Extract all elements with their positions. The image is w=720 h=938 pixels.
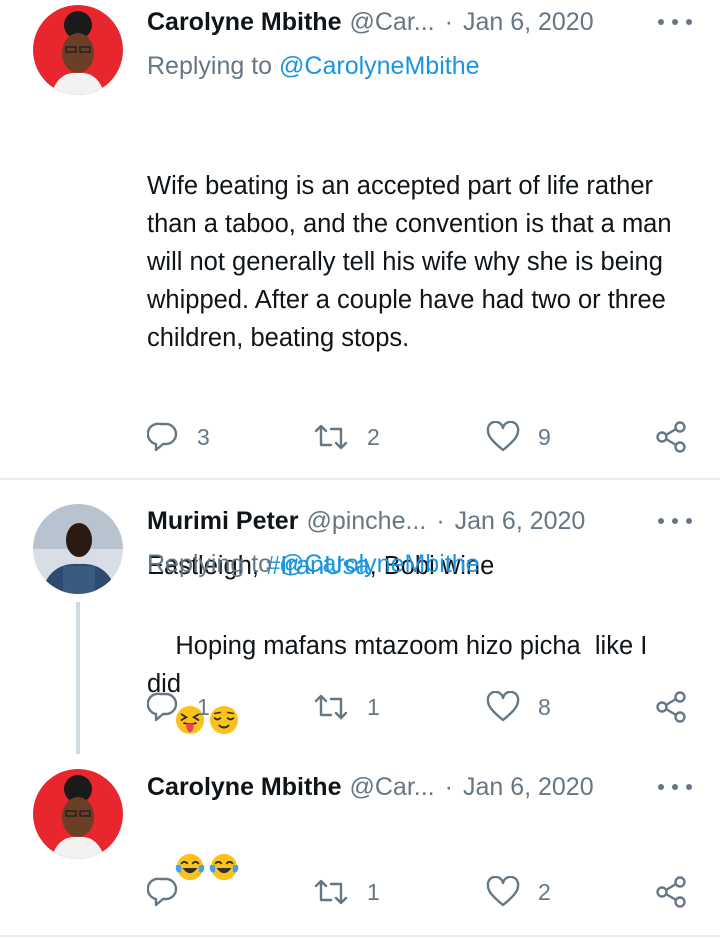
avatar-image: [33, 504, 123, 594]
tweet-text: Hoping mafans mtazoom hizo picha like I …: [147, 589, 687, 779]
user-handle[interactable]: @pinche...: [306, 507, 426, 536]
share-button[interactable]: [654, 872, 688, 912]
reply-button[interactable]: 3: [147, 417, 210, 457]
retweet-count: 2: [367, 423, 380, 450]
user-handle[interactable]: @Car...: [349, 773, 434, 802]
like-button[interactable]: 2: [486, 872, 551, 912]
replying-to-handle[interactable]: @CarolyneMbithe: [279, 52, 479, 80]
more-options-icon[interactable]: [658, 509, 692, 533]
replying-to-label: Replying to: [147, 52, 273, 80]
avatar[interactable]: [33, 769, 123, 859]
like-button[interactable]: 8: [486, 687, 551, 727]
tweet-date[interactable]: Jan 6, 2020: [463, 8, 594, 37]
tweet-actions: 1 2: [0, 872, 720, 912]
like-count: 8: [538, 693, 551, 720]
tweet-date[interactable]: Jan 6, 2020: [463, 773, 594, 802]
retweet-button[interactable]: 1: [313, 872, 380, 912]
display-name[interactable]: Carolyne Mbithe: [147, 773, 341, 802]
share-icon: [656, 421, 686, 453]
reply-icon: [147, 877, 178, 907]
replying-to: Replying to @CarolyneMbithe: [147, 550, 480, 579]
separator-dot: ·: [444, 7, 453, 36]
share-icon: [656, 691, 686, 723]
thread-line: [76, 602, 80, 754]
tweet-date[interactable]: Jan 6, 2020: [455, 507, 586, 536]
replying-to-label: Replying to: [147, 550, 273, 578]
retweet-count: 1: [367, 693, 380, 720]
like-count: 2: [538, 878, 551, 905]
tweet-header: Murimi Peter @pinche... · Jan 6, 2020: [147, 503, 692, 539]
share-icon: [656, 876, 686, 908]
display-name[interactable]: Murimi Peter: [147, 507, 298, 536]
retweet-icon: [314, 694, 348, 720]
tweet-actions: 1 1 8: [0, 687, 720, 727]
separator-dot: ·: [444, 772, 453, 801]
reply-button[interactable]: 1: [147, 687, 210, 727]
more-options-icon[interactable]: [658, 10, 692, 34]
like-icon: [486, 421, 520, 452]
display-name[interactable]: Carolyne Mbithe: [147, 8, 341, 37]
tweet-actions: 3 2 9: [0, 417, 720, 457]
reply-icon: [147, 692, 178, 722]
tweet-body: Wife beating is an accepted part of life…: [147, 172, 679, 352]
reply-count: 1: [197, 693, 210, 720]
like-icon: [486, 876, 520, 907]
reply-button[interactable]: [147, 872, 197, 912]
tweet-3[interactable]: Carolyne Mbithe @Car... · Jan 6, 2020 1 …: [0, 752, 720, 936]
retweet-icon: [314, 424, 348, 450]
avatar-image: [33, 5, 123, 95]
tweet-1[interactable]: Carolyne Mbithe @Car... · Jan 6, 2020 Re…: [0, 0, 720, 580]
tweet-2[interactable]: Murimi Peter @pinche... · Jan 6, 2020 Re…: [0, 482, 720, 754]
replying-to-handle[interactable]: @CarolyneMbithe: [279, 550, 479, 578]
tweet-header: Carolyne Mbithe @Car... · Jan 6, 2020: [147, 4, 692, 40]
avatar-image: [33, 769, 123, 859]
user-handle[interactable]: @Car...: [349, 8, 434, 37]
replying-to: Replying to @CarolyneMbithe: [147, 52, 480, 81]
like-button[interactable]: 9: [486, 417, 551, 457]
retweet-button[interactable]: 2: [313, 417, 380, 457]
share-button[interactable]: [654, 417, 688, 457]
like-count: 9: [538, 423, 551, 450]
tweet-divider: [0, 935, 720, 937]
reply-count: 3: [197, 423, 210, 450]
avatar[interactable]: [33, 504, 123, 594]
avatar[interactable]: [33, 5, 123, 95]
like-icon: [486, 691, 520, 722]
share-button[interactable]: [654, 687, 688, 727]
separator-dot: ·: [436, 506, 445, 535]
reply-icon: [147, 422, 178, 452]
retweet-button[interactable]: 1: [313, 687, 380, 727]
retweet-count: 1: [367, 878, 380, 905]
more-options-icon[interactable]: [658, 775, 692, 799]
retweet-icon: [314, 879, 348, 905]
tweet-header: Carolyne Mbithe @Car... · Jan 6, 2020: [147, 769, 692, 805]
tweet-divider: [0, 478, 720, 480]
